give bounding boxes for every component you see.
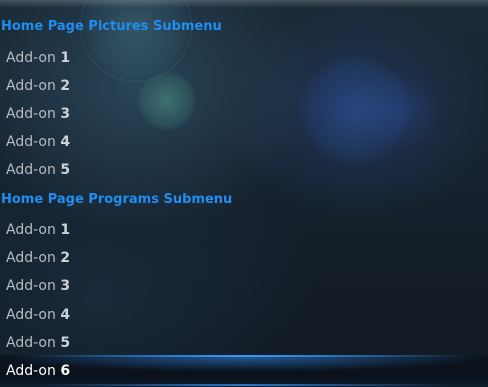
list-item-label: Add-on 5: [6, 162, 71, 178]
list-item-label: Add-on 2: [6, 250, 71, 266]
programs-addon-2[interactable]: Add-on 2: [0, 244, 488, 272]
programs-addon-4[interactable]: Add-on 4: [0, 301, 488, 329]
list-item-label: Add-on 3: [6, 278, 71, 294]
list-item-label: Add-on 4: [6, 134, 71, 150]
list-item-label: Add-on 1: [6, 50, 71, 66]
programs-addon-3[interactable]: Add-on 3: [0, 272, 488, 300]
programs-addon-1[interactable]: Add-on 1: [0, 216, 488, 244]
programs-submenu-header: Home Page Programs Submenu: [1, 192, 233, 207]
pictures-addon-2[interactable]: Add-on 2: [0, 72, 488, 100]
list-item-label: Add-on 1: [6, 222, 71, 238]
pictures-addon-1[interactable]: Add-on 1: [0, 44, 488, 72]
pictures-submenu-header: Home Page Pictures Submenu: [1, 19, 222, 34]
pictures-addon-5[interactable]: Add-on 5: [0, 156, 488, 184]
pictures-addon-4[interactable]: Add-on 4: [0, 128, 488, 156]
programs-addon-6[interactable]: Add-on 6: [0, 357, 488, 385]
list-item-label: Add-on 2: [6, 78, 71, 94]
list-item-label: Add-on 5: [6, 335, 71, 351]
settings-list: Home Page Pictures Submenu Add-on 1 Add-…: [0, 0, 488, 387]
programs-addon-5[interactable]: Add-on 5: [0, 329, 488, 357]
list-item-label: Add-on 4: [6, 307, 71, 323]
list-item-label: Add-on 3: [6, 106, 71, 122]
list-item-label: Add-on 6: [6, 363, 71, 379]
pictures-addon-3[interactable]: Add-on 3: [0, 100, 488, 128]
